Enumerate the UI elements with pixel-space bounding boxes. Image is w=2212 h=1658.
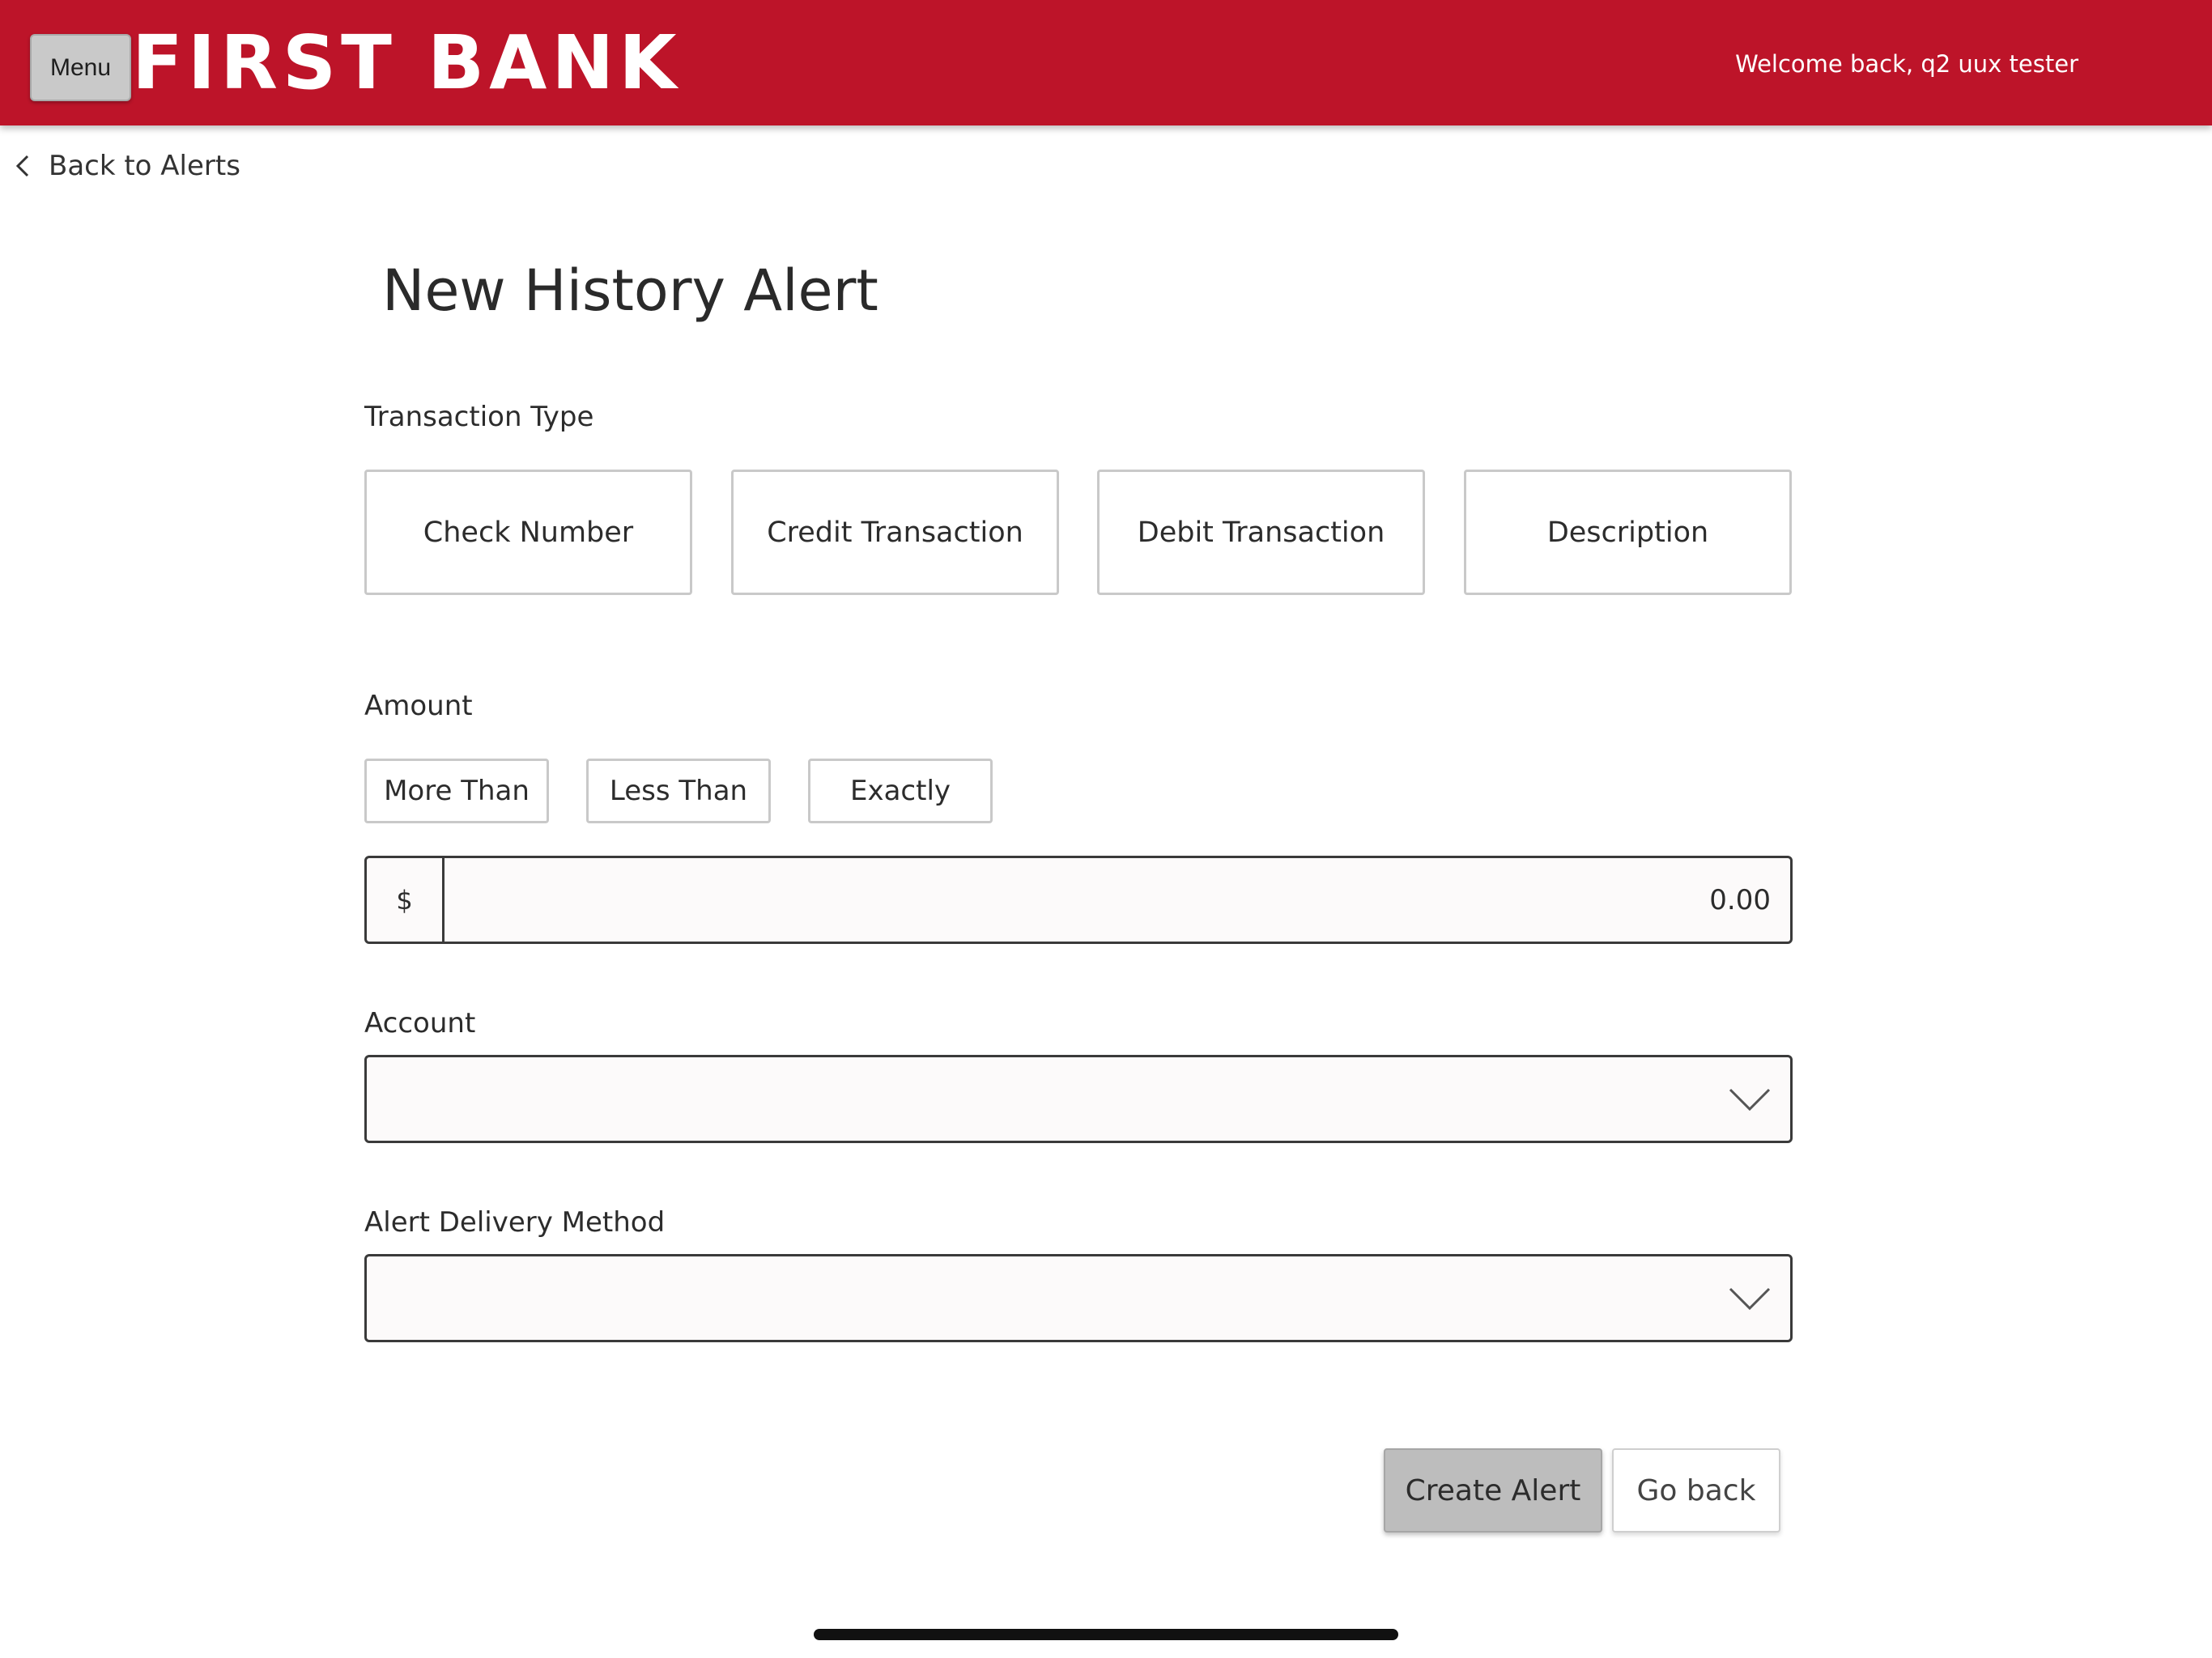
- chevron-left-icon: [11, 150, 36, 182]
- go-back-button[interactable]: Go back: [1612, 1448, 1780, 1533]
- back-to-alerts-link[interactable]: Back to Alerts: [11, 150, 240, 182]
- amount-option-less-than[interactable]: Less Than: [586, 759, 771, 823]
- chevron-down-icon: [1729, 1287, 1771, 1311]
- type-option-check-number[interactable]: Check Number: [364, 470, 692, 595]
- create-alert-button[interactable]: Create Alert: [1384, 1448, 1602, 1533]
- chevron-down-icon: [1729, 1088, 1771, 1112]
- delivery-method-label: Alert Delivery Method: [364, 1206, 666, 1239]
- back-link-label: Back to Alerts: [49, 150, 240, 182]
- currency-prefix: $: [367, 858, 445, 942]
- amount-label: Amount: [364, 690, 473, 722]
- type-option-credit-transaction[interactable]: Credit Transaction: [731, 470, 1059, 595]
- menu-button[interactable]: Menu: [30, 34, 131, 101]
- page-title: New History Alert: [382, 257, 878, 324]
- account-select[interactable]: [364, 1055, 1793, 1143]
- amount-option-exactly[interactable]: Exactly: [808, 759, 993, 823]
- amount-option-more-than[interactable]: More Than: [364, 759, 549, 823]
- bank-logo: FIRST BANK: [132, 19, 682, 106]
- account-label: Account: [364, 1007, 476, 1039]
- transaction-type-label: Transaction Type: [364, 401, 594, 433]
- type-option-description[interactable]: Description: [1464, 470, 1792, 595]
- amount-input[interactable]: $ 0.00: [364, 856, 1793, 944]
- delivery-method-select[interactable]: [364, 1254, 1793, 1342]
- app-header: Menu FIRST BANK Welcome back, q2 uux tes…: [0, 0, 2212, 125]
- amount-value[interactable]: 0.00: [445, 858, 1790, 942]
- type-option-debit-transaction[interactable]: Debit Transaction: [1097, 470, 1425, 595]
- welcome-message: Welcome back, q2 uux tester: [1735, 50, 2078, 78]
- home-indicator[interactable]: [814, 1629, 1398, 1640]
